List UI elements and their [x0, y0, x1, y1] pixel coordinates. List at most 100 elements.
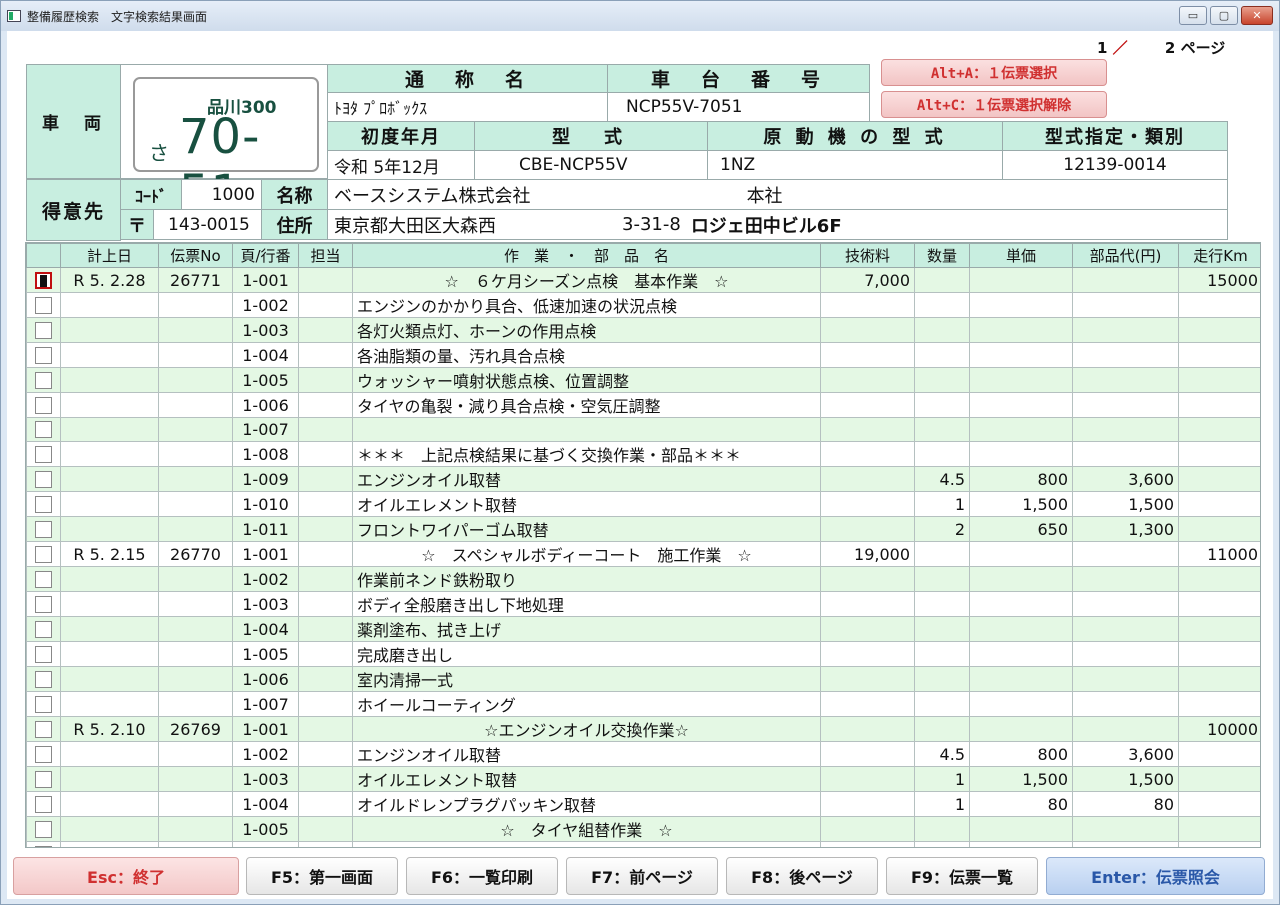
row-checkbox[interactable]	[35, 470, 52, 488]
column-header-parts-cost[interactable]: 部品代(円)	[1072, 243, 1179, 268]
table-row[interactable]: 1-003 オイルエレメント取替 1 1,500 1,500	[26, 766, 1260, 793]
cell-tech	[820, 641, 915, 668]
row-checkbox[interactable]	[35, 595, 52, 613]
cell-item: ボディ全般磨き出し下地処理	[352, 591, 821, 618]
column-header-line-no[interactable]: 頁/行番	[232, 243, 299, 268]
table-row[interactable]: 1-005 ウォッシャー噴射状態点検、位置調整	[26, 367, 1260, 393]
row-checkbox[interactable]	[35, 346, 52, 364]
table-row[interactable]: 1-003 ボディ全般磨き出し下地処理	[26, 591, 1260, 618]
table-row[interactable]: 1-007	[26, 416, 1260, 443]
column-header-mileage[interactable]: 走行Km	[1178, 243, 1260, 268]
table-row[interactable]: 1-004 薬剤塗布、拭き上げ	[26, 616, 1260, 643]
table-row[interactable]: 1-002 エンジンオイル取替 4.5 800 3,600	[26, 741, 1260, 768]
row-checkbox-cell[interactable]	[26, 392, 61, 418]
row-checkbox[interactable]	[35, 520, 52, 538]
column-header-quantity[interactable]: 数量	[914, 243, 970, 268]
table-row[interactable]: 1-006 タイヤ組替作業基本料金8,000	[26, 841, 1260, 847]
row-checkbox-cell[interactable]	[26, 317, 61, 343]
row-checkbox-cell[interactable]	[26, 491, 61, 518]
table-row[interactable]: 1-006 室内清掃一式	[26, 666, 1260, 693]
slip-view-button[interactable]: Enter：伝票照会	[1046, 857, 1265, 895]
row-checkbox-cell[interactable]	[26, 367, 61, 393]
select-slip-button[interactable]: Alt+A：１伝票選択	[881, 59, 1107, 86]
row-checkbox-cell[interactable]	[26, 816, 61, 843]
row-checkbox-cell[interactable]	[26, 441, 61, 468]
row-checkbox[interactable]	[35, 321, 52, 339]
row-checkbox[interactable]	[35, 645, 52, 663]
column-header-item[interactable]: 作 業 ・ 部 品 名	[352, 243, 821, 268]
row-checkbox[interactable]	[35, 670, 52, 688]
row-checkbox-cell[interactable]	[26, 591, 61, 618]
row-checkbox[interactable]	[35, 745, 52, 763]
exit-button[interactable]: Esc：終了	[13, 857, 239, 895]
slip-list-button[interactable]: F9：伝票一覧	[886, 857, 1038, 895]
row-checkbox[interactable]	[35, 770, 52, 788]
row-checkbox-cell[interactable]	[26, 741, 61, 768]
column-header-date[interactable]: 計上日	[60, 243, 159, 268]
column-header-select[interactable]	[26, 243, 61, 268]
row-checkbox[interactable]	[35, 720, 52, 738]
table-row[interactable]: 1-004 各油脂類の量、汚れ具合点検	[26, 342, 1260, 368]
row-checkbox-cell[interactable]	[26, 666, 61, 693]
print-list-button[interactable]: F6：一覧印刷	[406, 857, 558, 895]
row-checkbox-cell[interactable]	[26, 691, 61, 718]
column-header-slip-no[interactable]: 伝票No	[158, 243, 233, 268]
table-row[interactable]: 1-004 オイルドレンプラグパッキン取替 1 80 80	[26, 791, 1260, 818]
row-checkbox[interactable]	[35, 695, 52, 713]
table-row[interactable]: 1-010 オイルエレメント取替 1 1,500 1,500	[26, 491, 1260, 518]
row-checkbox[interactable]	[35, 545, 52, 563]
row-checkbox-cell[interactable]	[26, 616, 61, 643]
row-checkbox[interactable]	[35, 495, 52, 513]
table-row[interactable]: R 5. 2.10 26769 1-001 ☆エンジンオイル交換作業☆ 10000	[26, 716, 1260, 743]
row-checkbox[interactable]	[35, 570, 52, 588]
table-row[interactable]: 1-008 ＊＊＊ 上記点検結果に基づく交換作業・部品＊＊＊	[26, 441, 1260, 468]
row-checkbox-cell[interactable]	[26, 267, 61, 293]
row-checkbox-cell[interactable]	[26, 841, 61, 847]
table-row[interactable]: 1-007 ホイールコーティング	[26, 691, 1260, 718]
cell-qty	[914, 716, 970, 743]
row-checkbox[interactable]	[35, 421, 52, 439]
row-checkbox-cell[interactable]	[26, 516, 61, 543]
row-checkbox-cell[interactable]	[26, 342, 61, 368]
row-checkbox[interactable]	[35, 445, 52, 463]
row-checkbox-cell[interactable]	[26, 641, 61, 668]
history-grid[interactable]: 計上日 伝票No 頁/行番 担当作 業 ・ 部 品 名技術料 数量 単価 部品代(円) 走行K…	[25, 242, 1261, 848]
minimize-button[interactable]: ▭	[1179, 6, 1207, 25]
column-header-staff[interactable]: 担当	[298, 243, 353, 268]
row-checkbox[interactable]	[35, 396, 52, 414]
row-checkbox-cell[interactable]	[26, 292, 61, 318]
close-button[interactable]: ✕	[1241, 6, 1273, 25]
row-checkbox[interactable]	[35, 371, 52, 389]
table-row[interactable]: 1-006 タイヤの亀裂・減り具合点検・空気圧調整	[26, 392, 1260, 418]
table-row[interactable]: 1-002 作業前ネンド鉄粉取り	[26, 566, 1260, 593]
row-checkbox[interactable]	[35, 271, 52, 289]
table-row[interactable]: 1-002 エンジンのかかり具合、低速加速の状況点検	[26, 292, 1260, 318]
row-checkbox-cell[interactable]	[26, 541, 61, 568]
next-page-button[interactable]: F8：後ページ	[726, 857, 878, 895]
row-checkbox[interactable]	[35, 296, 52, 314]
row-checkbox[interactable]	[35, 620, 52, 638]
table-row[interactable]: R 5. 2.15 26770 1-001 ☆ スペシャルボディーコート 施工作業 ☆…	[26, 541, 1260, 568]
table-row[interactable]: 1-005 完成磨き出し	[26, 641, 1260, 668]
row-checkbox-cell[interactable]	[26, 766, 61, 793]
deselect-slip-button[interactable]: Alt+C：１伝票選択解除	[881, 91, 1107, 118]
row-checkbox-cell[interactable]	[26, 416, 61, 443]
prev-page-button[interactable]: F7：前ページ	[566, 857, 718, 895]
row-checkbox-cell[interactable]	[26, 466, 61, 493]
first-screen-button[interactable]: F5：第一画面	[246, 857, 398, 895]
engine-header: 原 動 機 の 型 式	[707, 121, 1003, 151]
row-checkbox-cell[interactable]	[26, 566, 61, 593]
column-header-unit-price[interactable]: 単価	[969, 243, 1073, 268]
table-row[interactable]: R 5. 2.28 26771 1-001 ☆ ６ケ月シーズン点検 基本作業 ☆ 7,0…	[26, 267, 1260, 293]
table-row[interactable]: 1-009 エンジンオイル取替 4.5 800 3,600	[26, 466, 1260, 493]
row-checkbox[interactable]	[35, 845, 52, 847]
row-checkbox-cell[interactable]	[26, 791, 61, 818]
table-row[interactable]: 1-005 ☆ タイヤ組替作業 ☆	[26, 816, 1260, 843]
row-checkbox[interactable]	[35, 820, 52, 838]
maximize-button[interactable]: ▢	[1210, 6, 1238, 25]
table-row[interactable]: 1-011 フロントワイパーゴム取替 2 650 1,300	[26, 516, 1260, 543]
row-checkbox-cell[interactable]	[26, 716, 61, 743]
column-header-tech-fee[interactable]: 技術料	[820, 243, 915, 268]
row-checkbox[interactable]	[35, 795, 52, 813]
table-row[interactable]: 1-003 各灯火類点灯、ホーンの作用点検	[26, 317, 1260, 343]
